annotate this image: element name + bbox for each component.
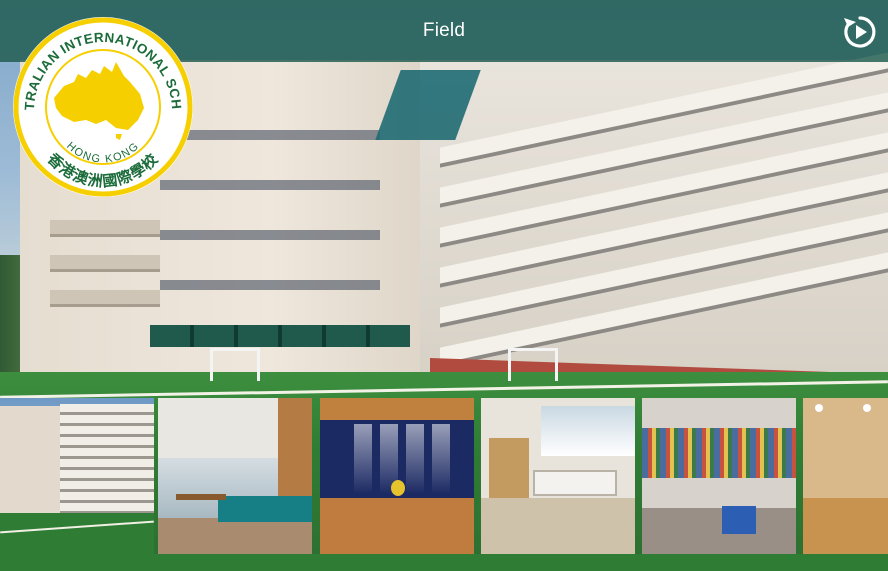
thumbnail-cafeteria[interactable] xyxy=(158,398,312,554)
thumbnail-classroom[interactable] xyxy=(481,398,635,554)
thumbnail-gymnasium[interactable] xyxy=(803,398,888,554)
replay-icon[interactable] xyxy=(841,14,879,50)
bottom-field-edge xyxy=(0,554,888,571)
thumbnail-field[interactable] xyxy=(0,398,154,554)
thumbnail-library[interactable] xyxy=(642,398,796,554)
ground-floor-windows xyxy=(150,325,410,347)
goal-post xyxy=(210,348,260,381)
goal-post xyxy=(508,348,558,381)
scene-thumbnail-strip xyxy=(0,398,888,554)
thumbnail-hall[interactable] xyxy=(320,398,474,554)
school-logo: AUSTRALIAN INTERNATIONAL SCHOOL HONG KON… xyxy=(7,4,194,198)
school-building-right xyxy=(420,52,888,390)
